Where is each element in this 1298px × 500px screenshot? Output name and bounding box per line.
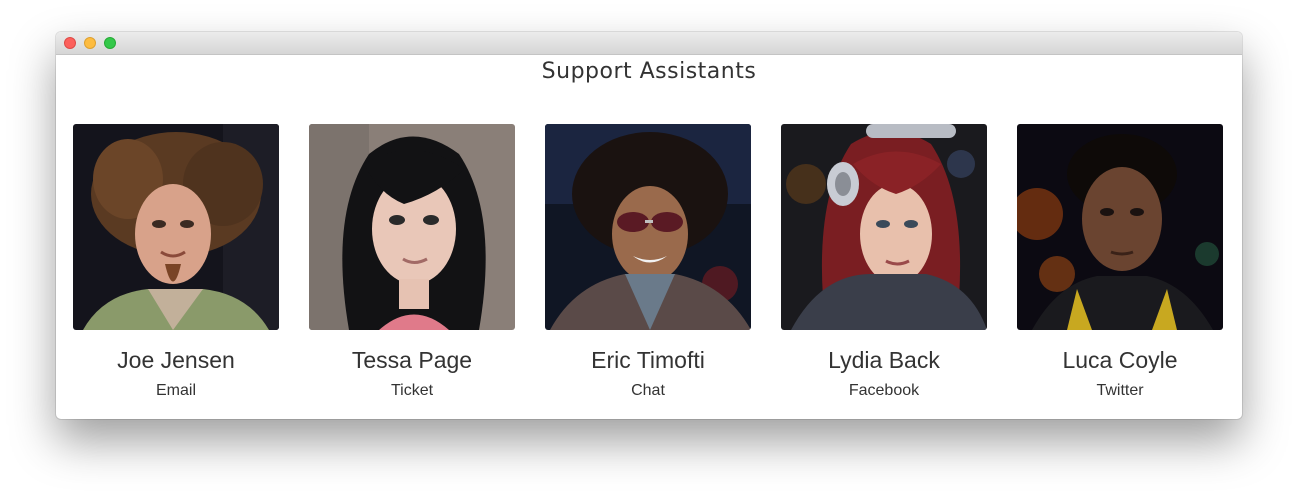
assistant-name: Lydia Back — [828, 347, 940, 373]
assistant-card-tessa-page[interactable]: Tessa Page Ticket — [309, 124, 515, 401]
assistant-name: Joe Jensen — [117, 347, 235, 373]
assistant-channel: Twitter — [1096, 382, 1144, 399]
assistant-card-joe-jensen[interactable]: Joe Jensen Email — [73, 124, 279, 401]
assistant-channel: Chat — [631, 382, 665, 399]
assistant-channel: Ticket — [390, 382, 434, 399]
avatar-photo[interactable] — [545, 124, 751, 330]
assistant-name: Eric Timofti — [591, 347, 705, 373]
assistant-name: Luca Coyle — [1062, 347, 1178, 373]
assistant-card-lydia-back[interactable]: Lydia Back Facebook — [781, 124, 987, 401]
avatar-photo[interactable] — [73, 124, 279, 330]
avatar-photo[interactable] — [1017, 124, 1223, 330]
page-title: Support Assistants — [541, 59, 757, 84]
minimize-window-button[interactable] — [84, 37, 96, 49]
assistant-channel: Facebook — [848, 382, 920, 399]
assistant-name: Tessa Page — [351, 347, 473, 373]
close-window-button[interactable] — [64, 37, 76, 49]
assistant-channel: Email — [155, 382, 196, 399]
avatar-photo[interactable] — [781, 124, 987, 330]
assistant-card-eric-timofti[interactable]: Eric Timofti Chat — [545, 124, 751, 401]
assistant-list: Joe Jensen Email Tessa Page Ticket Eric … — [73, 124, 1223, 401]
avatar-photo[interactable] — [309, 124, 515, 330]
assistant-card-luca-coyle[interactable]: Luca Coyle Twitter — [1017, 124, 1223, 401]
window-titlebar[interactable] — [56, 32, 1242, 55]
zoom-window-button[interactable] — [104, 37, 116, 49]
app-window: Support Assistants Joe Jensen Email Tess… — [56, 32, 1242, 419]
